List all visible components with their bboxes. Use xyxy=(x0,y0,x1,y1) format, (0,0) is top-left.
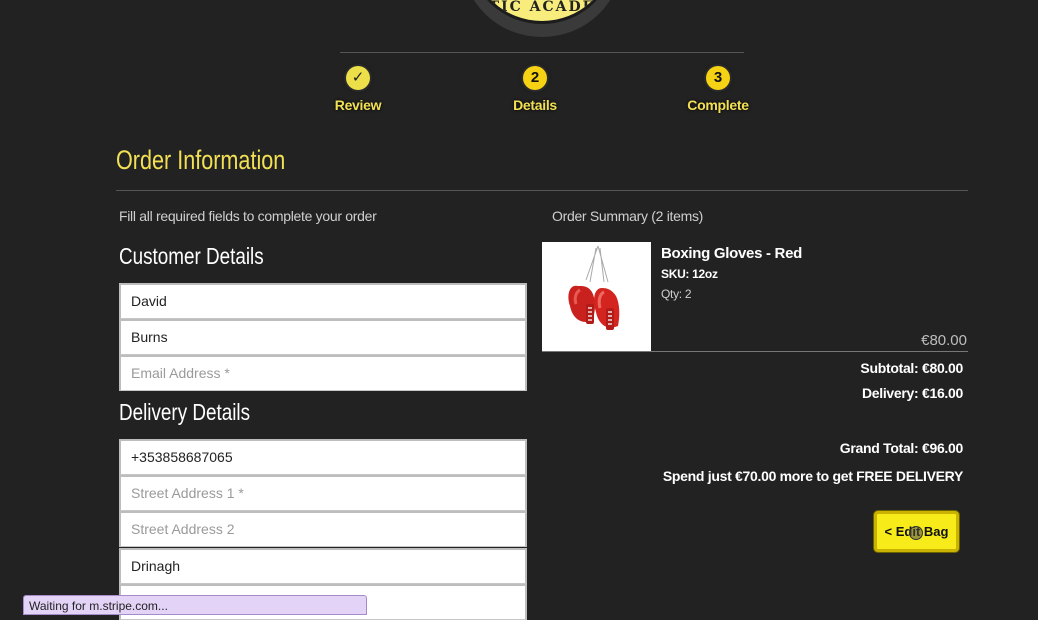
step-details: 2 Details xyxy=(475,66,595,113)
free-delivery-note: Spend just €70.00 more to get FREE DELIV… xyxy=(662,468,963,484)
step-label: Complete xyxy=(687,97,749,113)
step-complete: 3 Complete xyxy=(658,66,778,113)
phone-field[interactable]: +353858687065 xyxy=(119,439,527,475)
browser-status-bar: Waiting for m.stripe.com... xyxy=(23,595,367,615)
delivery-cost: Delivery: €16.00 xyxy=(861,385,963,401)
grand-total: Grand Total: €96.00 xyxy=(839,440,964,456)
subtotal: Subtotal: €80.00 xyxy=(860,360,963,376)
customer-details-heading: Customer Details xyxy=(119,243,264,269)
product-name: Boxing Gloves - Red xyxy=(661,245,802,262)
product-qty: Qty: 2 xyxy=(661,287,692,301)
street-address-2-field[interactable]: Street Address 2 xyxy=(119,511,527,547)
product-image xyxy=(542,242,651,351)
product-price: €80.00 xyxy=(921,332,967,349)
page-title: Order Information xyxy=(116,145,286,175)
product-sku: SKU: 12oz xyxy=(661,267,718,281)
cursor-icon xyxy=(909,526,923,540)
town-field[interactable]: Drinagh xyxy=(119,548,527,584)
step-label: Details xyxy=(513,97,557,113)
delivery-details-heading: Delivery Details xyxy=(119,399,251,425)
order-summary-heading: Order Summary (2 items) xyxy=(552,208,704,224)
step-label: Review xyxy=(334,97,382,113)
logo-text: TIC ACADE xyxy=(488,0,596,15)
step-number: 3 xyxy=(706,66,730,90)
first-name-field[interactable]: David xyxy=(119,283,527,319)
title-divider xyxy=(116,190,968,191)
boxing-gloves-icon xyxy=(568,245,620,330)
last-name-field[interactable]: Burns xyxy=(119,319,527,355)
street-address-1-field[interactable]: Street Address 1 * xyxy=(119,475,527,511)
step-number: 2 xyxy=(523,66,547,90)
summary-divider xyxy=(542,351,968,352)
steps-divider xyxy=(340,52,744,53)
email-field[interactable]: Email Address * xyxy=(119,355,527,391)
step-review: ✓ Review xyxy=(298,66,418,113)
check-icon: ✓ xyxy=(346,66,370,90)
form-instructions: Fill all required fields to complete you… xyxy=(119,208,377,224)
